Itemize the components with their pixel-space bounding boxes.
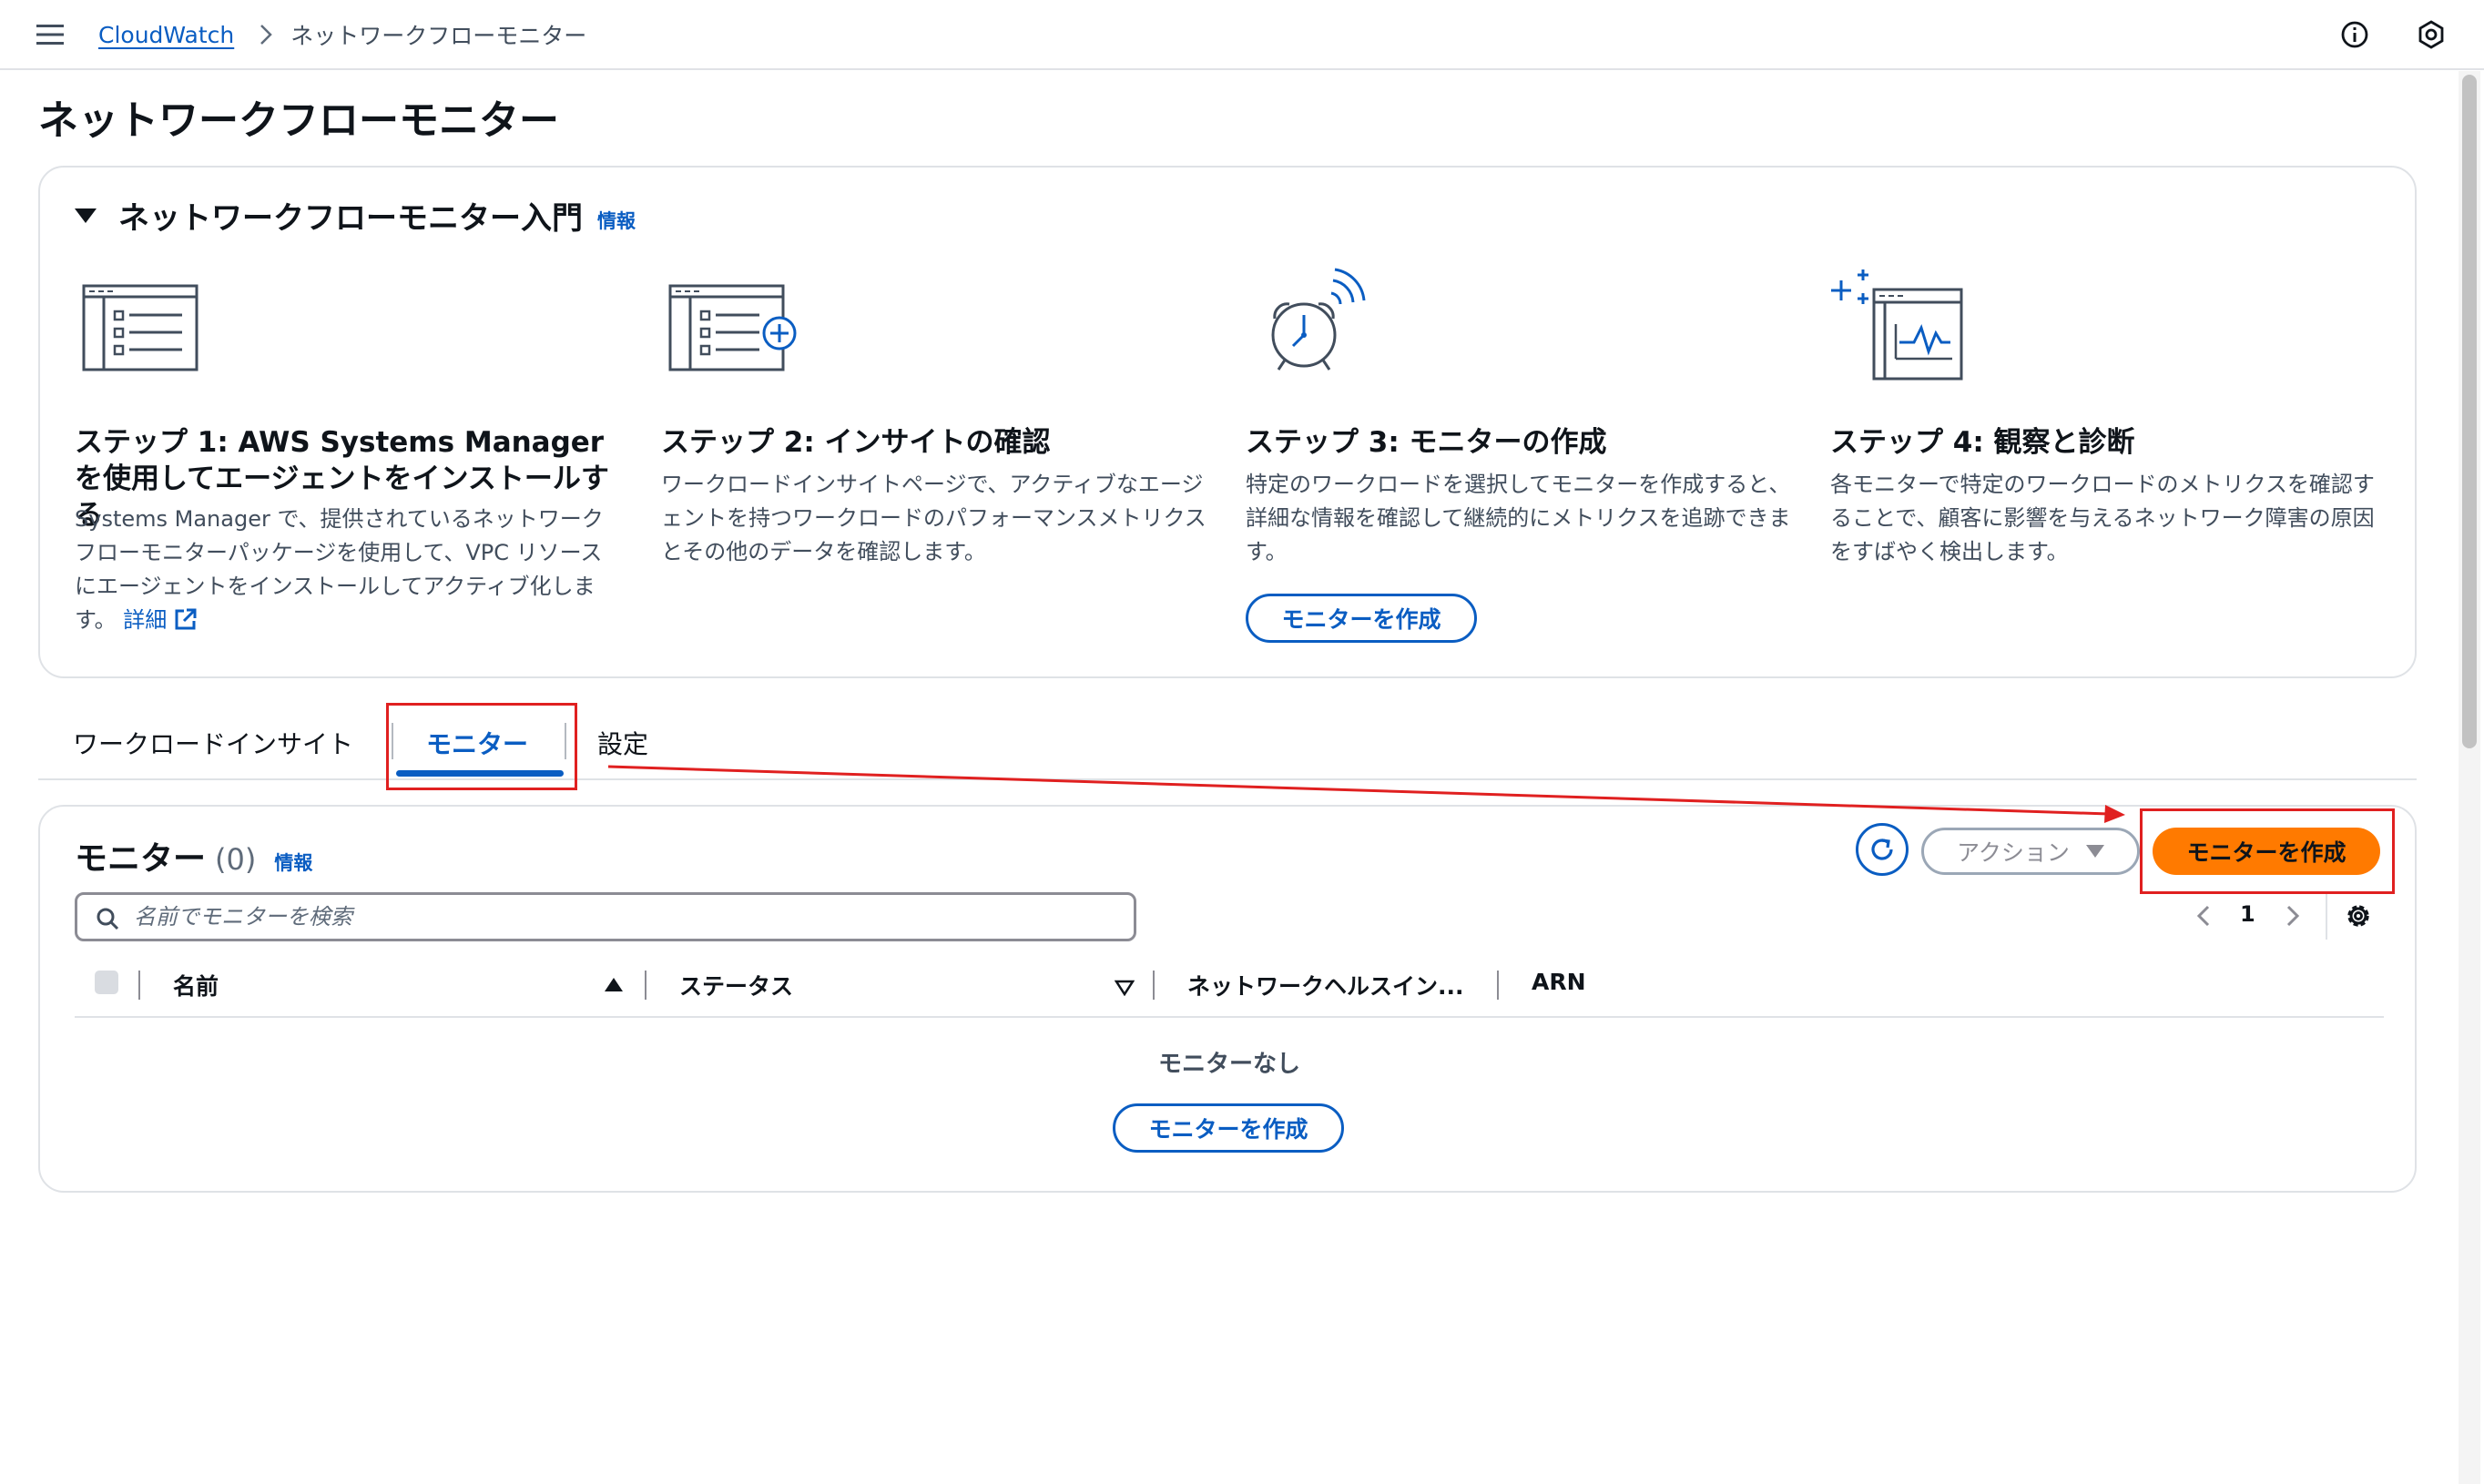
- column-header-status[interactable]: ステータス: [679, 969, 793, 1001]
- step-4-title: ステップ 4: 観察と診断: [1830, 426, 2135, 459]
- caret-down-icon: [2085, 845, 2104, 858]
- external-link-icon: [175, 608, 197, 630]
- pagination-divider: [2326, 892, 2327, 940]
- scrollbar-thumb[interactable]: [2462, 75, 2477, 748]
- column-header-arn[interactable]: ARN: [1532, 969, 1586, 995]
- search-icon: [97, 908, 119, 930]
- empty-state-text: モニターなし: [1157, 1051, 1300, 1078]
- column-separator: [1153, 971, 1155, 1000]
- tab-workload-insights[interactable]: ワークロードインサイト: [73, 725, 353, 761]
- getting-started-info-link[interactable]: 情報: [597, 207, 636, 234]
- step-2-title: ステップ 2: インサイトの確認: [661, 426, 1051, 459]
- page-title: ネットワークフローモニター: [38, 97, 559, 144]
- column-separator: [138, 971, 140, 1000]
- table-header-divider: [75, 1016, 2384, 1018]
- chevron-left-icon[interactable]: [2194, 903, 2213, 929]
- monitor-search-field[interactable]: [75, 892, 1136, 941]
- actions-label: アクション: [1957, 839, 2070, 866]
- metrics-window-icon: [1831, 269, 1963, 381]
- refresh-icon: [1871, 839, 1893, 860]
- hamburger-menu-icon[interactable]: [36, 22, 64, 47]
- breadcrumb-current: ネットワークフローモニター: [290, 23, 587, 49]
- step-3-description: 特定のワークロードを選択してモニターを作成すると、詳細な情報を確認して継続的にメ…: [1246, 472, 1791, 564]
- insights-list-add-icon: [668, 284, 797, 371]
- chevron-right-icon: [260, 25, 273, 45]
- column-header-name[interactable]: 名前: [173, 969, 219, 1001]
- monitors-info-link[interactable]: 情報: [274, 849, 312, 876]
- empty-state-create-monitor-button[interactable]: モニターを作成: [1113, 1103, 1344, 1153]
- notifications-hex-icon[interactable]: [2417, 20, 2446, 49]
- step-2-description: ワークロードインサイトページで、アクティブなエージェントを持つワークロードのパフ…: [661, 472, 1206, 564]
- monitors-title: モニター: [75, 840, 207, 878]
- caret-down-icon[interactable]: [75, 208, 97, 223]
- detail-link-label: 詳細: [123, 607, 168, 633]
- step-4-description: 各モニターで特定のワークロードのメトリクスを確認することで、顧客に影響を与えるネ…: [1830, 472, 2375, 564]
- top-navigation-bar: CloudWatch ネットワークフローモニター: [0, 0, 2484, 70]
- select-all-checkbox[interactable]: [95, 971, 118, 994]
- sort-descending-icon[interactable]: [1115, 980, 1135, 996]
- monitors-header: モニター (0) 情報: [75, 832, 312, 879]
- step-1-detail-link[interactable]: 詳細: [123, 607, 198, 633]
- gear-icon[interactable]: [2344, 901, 2373, 930]
- pagination-current-page[interactable]: 1: [2240, 901, 2255, 927]
- chevron-right-icon[interactable]: [2284, 903, 2302, 929]
- refresh-button[interactable]: [1856, 823, 1909, 876]
- getting-started-header[interactable]: ネットワークフローモニター入門 情報: [75, 193, 636, 238]
- getting-started-panel: ネットワークフローモニター入門 情報 ステップ 1: AWS Systems M…: [38, 166, 2417, 678]
- step-3-create-monitor-button[interactable]: モニターを作成: [1246, 594, 1477, 643]
- vertical-scrollbar[interactable]: [2459, 71, 2480, 1484]
- monitors-panel: モニター (0) 情報 アクション モニターを作成 1 名前 ステータス: [38, 805, 2417, 1193]
- step-1-description: Systems Manager で、提供されているネットワークフローモニターパッ…: [75, 503, 621, 637]
- annotation-highlight-tab: [386, 703, 577, 790]
- tab-settings[interactable]: 設定: [597, 725, 648, 761]
- breadcrumb: CloudWatch ネットワークフローモニター: [98, 18, 586, 51]
- annotation-highlight-create-button: [2140, 808, 2395, 894]
- sort-ascending-icon[interactable]: [605, 978, 623, 991]
- monitors-count: (0): [215, 842, 257, 877]
- breadcrumb-cloudwatch-link[interactable]: CloudWatch: [98, 22, 234, 48]
- alarm-clock-icon: [1271, 268, 1366, 371]
- agent-list-icon: [82, 284, 199, 371]
- column-separator: [645, 971, 646, 1000]
- info-circle-icon[interactable]: [2340, 20, 2369, 49]
- search-input[interactable]: [134, 900, 1117, 933]
- column-header-network-health[interactable]: ネットワークヘルスイン...: [1187, 969, 1464, 1001]
- getting-started-title: ネットワークフローモニター入門: [118, 200, 583, 237]
- step-3-title: ステップ 3: モニターの作成: [1246, 426, 1607, 459]
- actions-dropdown-button[interactable]: アクション: [1921, 828, 2140, 875]
- column-separator: [1497, 971, 1499, 1000]
